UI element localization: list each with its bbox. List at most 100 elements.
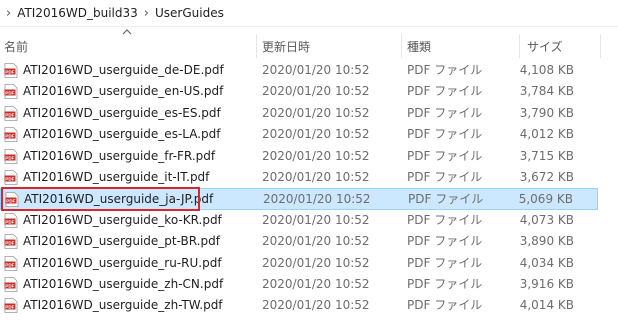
file-type: PDF ファイル	[407, 63, 483, 77]
file-row[interactable]: PDF ATI2016WD_userguide_ko-KR.pdf 2020/01/…	[0, 210, 598, 231]
file-row[interactable]: PDF ATI2016WD_userguide_fr-FR.pdf 2020/01/…	[0, 146, 598, 167]
column-resize-handle[interactable]	[256, 34, 257, 58]
file-row[interactable]: PDF ATI2016WD_userguide_en-US.pdf 2020/01/…	[0, 81, 598, 102]
file-row[interactable]: PDF ATI2016WD_userguide_es-ES.pdf 2020/01/…	[0, 103, 598, 124]
file-modified-date: 2020/01/20 10:52	[262, 63, 370, 77]
file-type: PDF ファイル	[408, 192, 484, 207]
pdf-file-icon: PDF	[4, 234, 18, 250]
file-size: 4,073 KB	[519, 212, 574, 227]
file-name: ATI2016WD_userguide_it-IT.pdf	[23, 169, 210, 184]
file-name: ATI2016WD_userguide_ko-KR.pdf	[23, 212, 222, 227]
svg-text:PDF: PDF	[5, 112, 14, 117]
column-header-size[interactable]: サイズ	[527, 34, 597, 58]
file-size: 4,014 KB	[519, 298, 574, 313]
highlight-annotation-box	[1, 187, 200, 212]
file-row[interactable]: PDF ATI2016WD_userguide_ru-RU.pdf 2020/01/…	[0, 253, 598, 274]
file-row[interactable]: PDF ATI2016WD_userguide_ja-JP.pdf 2020/01/…	[0, 187, 598, 212]
file-row[interactable]: PDF ATI2016WD_userguide_de-DE.pdf 2020/01/…	[0, 60, 598, 81]
breadcrumb-chevron-icon[interactable]: ›	[138, 6, 155, 21]
pdf-file-icon: PDF	[4, 170, 18, 185]
svg-text:PDF: PDF	[5, 219, 14, 224]
file-type: PDF ファイル	[407, 84, 483, 99]
file-name: ATI2016WD_userguide_es-LA.pdf	[23, 127, 221, 142]
column-header-size-label: サイズ	[527, 39, 563, 54]
file-modified-date: 2020/01/20 10:52	[262, 169, 370, 184]
file-type: PDF ファイル	[407, 105, 483, 120]
pdf-file-icon: PDF	[4, 298, 18, 314]
pdf-file-icon: PDF	[4, 127, 18, 143]
pdf-file-icon: PDF	[4, 148, 18, 164]
column-header-name-label: 名前	[4, 39, 29, 54]
pdf-file-icon: PDF	[4, 63, 18, 78]
file-row[interactable]: PDF ATI2016WD_userguide_zh-TW.pdf 2020/01/…	[0, 295, 598, 316]
file-modified-date: 2020/01/20 10:52	[263, 192, 371, 207]
file-modified-date: 2020/01/20 10:52	[262, 276, 370, 291]
file-row[interactable]: PDF ATI2016WD_userguide_es-LA.pdf 2020/01/…	[0, 124, 598, 145]
file-type: PDF ファイル	[407, 148, 483, 163]
svg-text:PDF: PDF	[5, 262, 14, 267]
file-row[interactable]: PDF ATI2016WD_userguide_it-IT.pdf 2020/01/…	[0, 167, 598, 188]
column-header-date-label: 更新日時	[262, 39, 311, 54]
pdf-file-icon: PDF	[4, 212, 18, 228]
file-list: PDF ATI2016WD_userguide_de-DE.pdf 2020/01/…	[0, 60, 618, 317]
svg-text:PDF: PDF	[5, 69, 14, 74]
file-name: ATI2016WD_userguide_de-DE.pdf	[23, 63, 224, 77]
file-size: 4,108 KB	[519, 63, 574, 77]
pdf-file-icon: PDF	[4, 105, 18, 121]
file-size: 3,916 KB	[519, 276, 574, 291]
file-type: PDF ファイル	[407, 276, 483, 291]
file-size: 5,069 KB	[518, 192, 573, 207]
file-type: PDF ファイル	[407, 169, 483, 184]
column-resize-handle[interactable]	[519, 34, 520, 58]
file-name: ATI2016WD_userguide_en-US.pdf	[23, 84, 224, 99]
file-type: PDF ファイル	[407, 255, 483, 270]
file-size: 3,672 KB	[519, 169, 574, 184]
file-type: PDF ファイル	[407, 212, 483, 227]
file-size: 3,890 KB	[519, 234, 574, 249]
file-type: PDF ファイル	[407, 127, 483, 142]
file-row[interactable]: PDF ATI2016WD_userguide_pt-BR.pdf 2020/01/…	[0, 231, 598, 252]
column-resize-handle[interactable]	[600, 34, 601, 58]
file-modified-date: 2020/01/20 10:52	[262, 234, 370, 249]
svg-text:PDF: PDF	[5, 176, 14, 181]
svg-text:PDF: PDF	[5, 133, 14, 138]
file-name: ATI2016WD_userguide_fr-FR.pdf	[23, 148, 216, 163]
svg-text:PDF: PDF	[5, 283, 14, 288]
pdf-file-icon: PDF	[4, 277, 18, 292]
file-size: 3,784 KB	[519, 84, 574, 99]
svg-text:PDF: PDF	[5, 91, 14, 96]
file-modified-date: 2020/01/20 10:52	[262, 148, 370, 163]
svg-text:PDF: PDF	[5, 305, 14, 310]
file-size: 3,715 KB	[519, 148, 574, 163]
breadcrumb: › ATI2016WD_build33 › UserGuides	[0, 0, 618, 26]
file-modified-date: 2020/01/20 10:52	[262, 84, 370, 99]
file-modified-date: 2020/01/20 10:52	[262, 212, 370, 227]
breadcrumb-chevron-icon[interactable]: ›	[0, 6, 17, 21]
breadcrumb-item-build[interactable]: ATI2016WD_build33	[17, 6, 138, 20]
file-name: ATI2016WD_userguide_es-ES.pdf	[23, 105, 221, 120]
file-name: ATI2016WD_userguide_zh-TW.pdf	[23, 298, 223, 313]
column-header-date[interactable]: 更新日時	[262, 34, 400, 58]
column-header-type[interactable]: 種類	[407, 34, 517, 58]
file-type: PDF ファイル	[407, 298, 483, 313]
file-modified-date: 2020/01/20 10:52	[262, 298, 370, 313]
header-divider	[0, 26, 618, 27]
file-modified-date: 2020/01/20 10:52	[262, 105, 370, 120]
column-header-name[interactable]: 名前	[4, 34, 254, 58]
file-name: ATI2016WD_userguide_ru-RU.pdf	[23, 255, 222, 270]
column-resize-handle[interactable]	[401, 34, 402, 58]
pdf-file-icon: PDF	[4, 255, 18, 271]
file-size: 4,034 KB	[519, 255, 574, 270]
file-modified-date: 2020/01/20 10:52	[262, 127, 370, 142]
file-name: ATI2016WD_userguide_pt-BR.pdf	[23, 234, 220, 249]
breadcrumb-item-userguides[interactable]: UserGuides	[155, 6, 224, 20]
svg-text:PDF: PDF	[5, 155, 14, 160]
svg-text:PDF: PDF	[5, 240, 14, 245]
file-size: 4,012 KB	[519, 127, 574, 142]
file-type: PDF ファイル	[407, 234, 483, 249]
pdf-file-icon: PDF	[4, 84, 18, 100]
file-row[interactable]: PDF ATI2016WD_userguide_zh-CN.pdf 2020/01/…	[0, 274, 598, 295]
file-modified-date: 2020/01/20 10:52	[262, 255, 370, 270]
file-name: ATI2016WD_userguide_zh-CN.pdf	[23, 276, 224, 291]
file-size: 3,790 KB	[519, 105, 574, 120]
